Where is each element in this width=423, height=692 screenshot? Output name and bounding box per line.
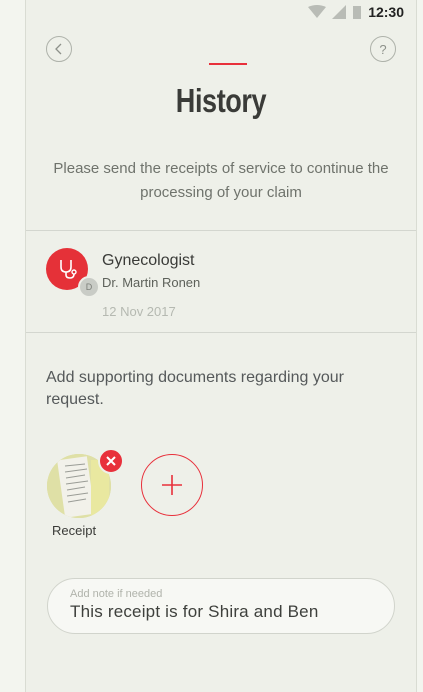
back-button[interactable] bbox=[46, 36, 72, 62]
signal-icon bbox=[332, 5, 347, 19]
documents-prompt: Add supporting documents regarding your … bbox=[46, 369, 344, 408]
wifi-icon bbox=[308, 5, 327, 18]
note-value[interactable]: This receipt is for Shira and Ben bbox=[70, 602, 319, 622]
divider bbox=[26, 332, 416, 333]
doctor-avatar: D bbox=[78, 276, 100, 298]
divider bbox=[26, 230, 416, 231]
help-button[interactable]: ? bbox=[370, 36, 396, 62]
page-title: History bbox=[175, 82, 267, 119]
doctor-name: Dr. Martin Ronen bbox=[102, 275, 201, 290]
chevron-left-icon bbox=[55, 43, 62, 55]
instruction-text: Please send the receipts of service to c… bbox=[53, 160, 389, 201]
add-document-button[interactable] bbox=[141, 454, 203, 516]
note-input[interactable]: Add note if needed This receipt is for S… bbox=[47, 578, 395, 634]
app-screen: 12:30 ? History Please send the receipts… bbox=[25, 0, 417, 692]
note-label: Add note if needed bbox=[70, 588, 163, 600]
status-icons: 12:30 bbox=[308, 4, 404, 20]
help-icon: ? bbox=[379, 41, 387, 57]
status-time: 12:30 bbox=[368, 4, 404, 20]
plus-icon bbox=[162, 475, 182, 495]
title-accent-line bbox=[209, 63, 247, 65]
receipt-label: Receipt bbox=[52, 523, 97, 538]
remove-receipt-button[interactable] bbox=[98, 448, 124, 474]
status-bar: 12:30 bbox=[26, 0, 416, 24]
claim-item[interactable]: D Gynecologist Dr. Martin Ronen 12 Nov 2… bbox=[46, 246, 398, 324]
battery-icon bbox=[353, 5, 362, 19]
claim-specialty: Gynecologist bbox=[102, 252, 195, 269]
stethoscope-icon bbox=[60, 260, 77, 279]
claim-date: 12 Nov 2017 bbox=[102, 304, 176, 319]
close-icon bbox=[106, 456, 116, 466]
